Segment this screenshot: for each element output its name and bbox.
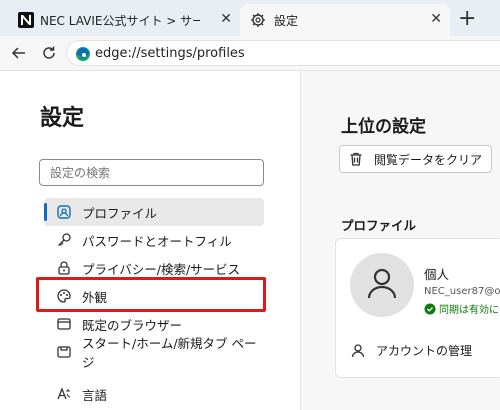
person-icon xyxy=(365,266,399,304)
clear-browsing-data-button[interactable]: 閲覧データをクリア xyxy=(339,145,492,173)
sidebar-item-passwords[interactable]: パスワードとオートフィル xyxy=(44,226,264,254)
sidebar-item-start-home[interactable]: スタート/ホーム/新規タブ ページ xyxy=(44,336,264,370)
profile-email: NEC_user87@ou xyxy=(424,286,500,297)
search-input[interactable] xyxy=(39,159,264,186)
sidebar-item-languages[interactable]: 言語 xyxy=(44,380,264,408)
tab-nec-lavie[interactable]: NEC LAVIE公式サイト > サービス＆サポ ✕ xyxy=(8,4,240,36)
avatar xyxy=(350,253,414,317)
close-icon[interactable]: ✕ xyxy=(430,11,442,27)
check-circle-icon xyxy=(424,303,436,315)
sidebar-item-profiles[interactable]: プロファイル xyxy=(44,198,264,226)
sidebar-item-label: 言語 xyxy=(82,387,108,403)
language-icon xyxy=(56,386,72,402)
key-icon xyxy=(56,232,72,248)
selection-indicator xyxy=(44,203,47,221)
tab-title: NEC LAVIE公式サイト > サービス＆サポ xyxy=(40,13,200,28)
browser-icon xyxy=(56,316,72,332)
sidebar-item-label: プロファイル xyxy=(82,205,158,221)
sidebar-item-label: スタート/ホーム/新規タブ ページ xyxy=(82,336,257,370)
lock-icon xyxy=(56,260,72,276)
sidebar-item-label: パスワードとオートフィル xyxy=(82,233,232,249)
new-tab-button[interactable]: + xyxy=(458,6,476,31)
profiles-section-title: プロファイル xyxy=(341,218,417,233)
tab-title: 設定 xyxy=(274,13,299,28)
sync-status-text: 同期は有効に xyxy=(439,305,499,316)
palette-icon xyxy=(56,288,72,304)
tab-settings[interactable]: 設定 ✕ xyxy=(240,4,450,36)
sync-status: 同期は有効に xyxy=(424,301,500,316)
trash-icon xyxy=(348,151,364,170)
edge-logo-icon xyxy=(75,46,91,66)
toolbar: edge://settings/profiles xyxy=(0,36,500,71)
section-heading: 上位の設定 xyxy=(341,117,426,137)
address-text: edge://settings/profiles xyxy=(95,45,245,61)
nec-favicon-icon xyxy=(18,12,34,28)
person-icon xyxy=(350,343,366,359)
sidebar-item-label: 既定のブラウザー xyxy=(82,317,183,333)
tab-strip: NEC LAVIE公式サイト > サービス＆サポ ✕ 設定 ✕ + xyxy=(0,0,500,36)
profile-name: 個人 xyxy=(424,267,450,282)
gear-icon xyxy=(250,12,266,28)
close-icon[interactable]: ✕ xyxy=(220,11,232,27)
sidebar-item-label: プライバシー/検索/サービス xyxy=(82,261,241,277)
profile-icon xyxy=(56,204,72,220)
refresh-icon[interactable] xyxy=(38,42,60,64)
sidebar-item-label: 外観 xyxy=(82,289,108,305)
manage-account-label: アカウントの管理 xyxy=(376,344,473,358)
back-arrow-icon[interactable] xyxy=(8,42,30,64)
home-icon xyxy=(56,344,72,360)
button-label: 閲覧データをクリア xyxy=(374,152,483,167)
manage-account-link[interactable]: アカウントの管理 xyxy=(350,342,472,359)
sidebar-item-privacy[interactable]: プライバシー/検索/サービス xyxy=(44,254,264,282)
address-bar[interactable]: edge://settings/profiles xyxy=(66,40,500,66)
page-title: 設定 xyxy=(40,106,85,131)
sidebar-item-appearance[interactable]: 外観 xyxy=(44,282,264,310)
